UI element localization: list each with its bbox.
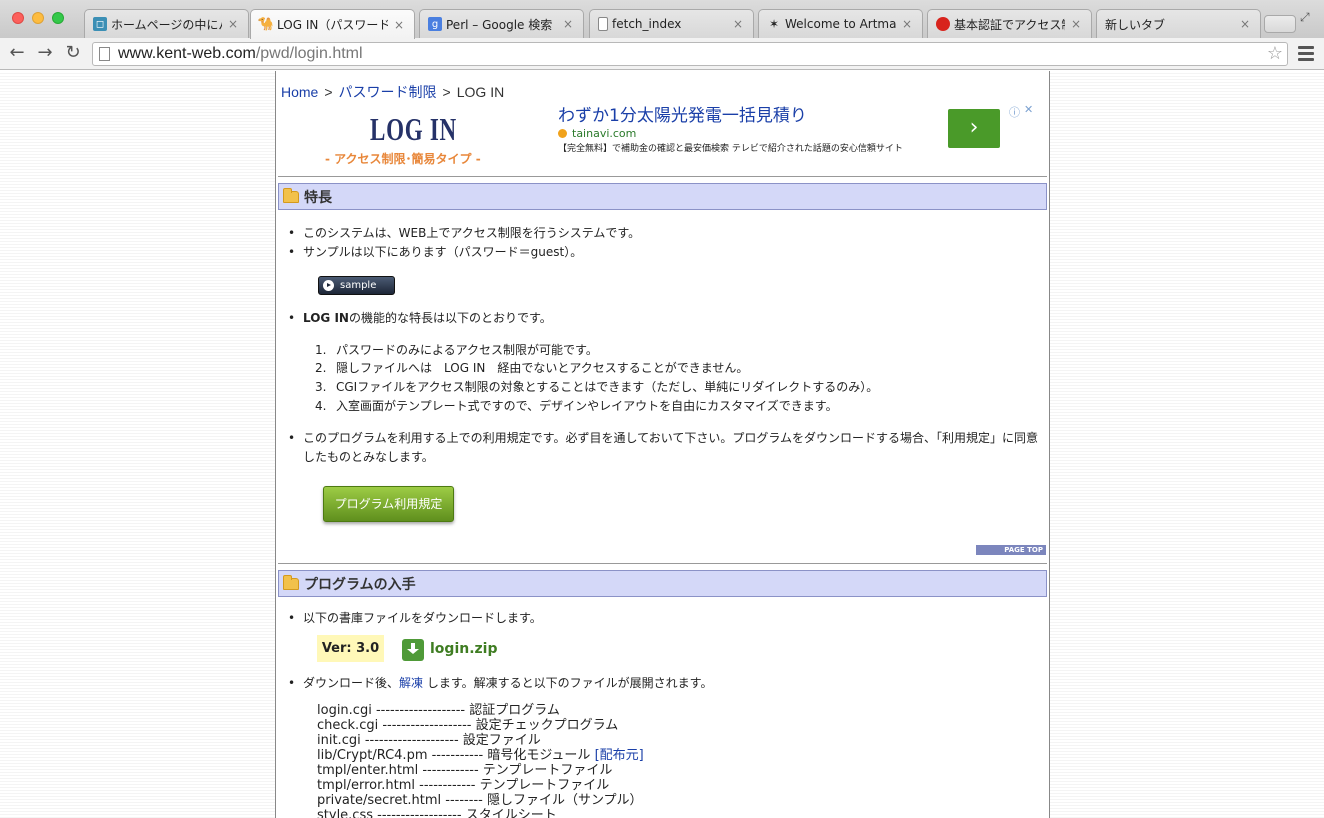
list-item: このプログラムを利用する上での利用規定です。必ず目を通しておいて下さい。プログラ… <box>288 429 1048 467</box>
site-logo: LOG IN <box>370 111 457 147</box>
list-item: サンプルは以下にあります（パスワード＝guest）。 <box>288 243 582 262</box>
page-icon <box>598 17 608 31</box>
file-item: tmpl/error.html ------------ テンプレートファイル <box>317 778 610 793</box>
minimize-window-button[interactable] <box>32 12 44 24</box>
breadcrumb-separator: > <box>442 84 451 100</box>
back-button[interactable]: ← <box>6 42 28 64</box>
file-item: style.css ------------------ スタイルシート <box>317 808 557 818</box>
sample-button-label: sample <box>340 280 377 291</box>
divider <box>278 563 1047 564</box>
breadcrumb: Home > パスワード制限 > LOG IN <box>281 82 504 102</box>
breadcrumb-home-link[interactable]: Home <box>281 84 318 100</box>
tab-google-search[interactable]: g Perl – Google 検索 × <box>419 9 584 38</box>
file-item: init.cgi -------------------- 設定ファイル <box>317 733 541 748</box>
unzip-link[interactable]: 解凍 <box>399 676 423 690</box>
tab-label: LOG IN（パスワード制 <box>277 18 388 32</box>
logo-subtitle: - アクセス制限･簡易タイプ - <box>325 152 481 166</box>
tab-label: fetch_index <box>612 17 682 31</box>
file-item: private/secret.html -------- 隠しファイル（サンプル… <box>317 793 643 808</box>
folder-icon <box>283 187 299 203</box>
ad-description: 【完全無料】で補助金の確認と最安価検索 テレビで紹介された話題の安心信頼サイト <box>558 144 903 154</box>
breadcrumb-section-link[interactable]: パスワード制限 <box>339 84 437 100</box>
list-item: このシステムは、WEB上でアクセス制限を行うシステムです。 <box>288 224 640 243</box>
download-link[interactable]: login.zip <box>430 641 498 657</box>
tab-label: 新しいタブ <box>1105 17 1166 32</box>
forward-button[interactable]: → <box>34 42 56 64</box>
breadcrumb-separator: > <box>324 84 333 100</box>
close-window-button[interactable] <box>12 12 24 24</box>
ad-arrow-button[interactable]: › <box>948 109 1000 148</box>
tab-artman[interactable]: ✶ Welcome to Artman2 × <box>758 9 923 38</box>
list-item: 以下の書庫ファイルをダウンロードします。 <box>288 609 542 628</box>
sample-button[interactable]: sample <box>318 276 395 295</box>
tab-basic-auth[interactable]: 基本認証でアクセス制 × <box>927 9 1092 38</box>
new-tab-button[interactable] <box>1264 15 1296 33</box>
browser-toolbar: ← → ↻ www.kent-web.com/pwd/login.html ☆ <box>0 38 1324 70</box>
breadcrumb-current: LOG IN <box>456 84 505 100</box>
numbered-item: 1. パスワードのみによるアクセス制限が可能です。 <box>315 343 598 357</box>
tab-fetch-index[interactable]: fetch_index × <box>589 9 754 38</box>
ad-domain[interactable]: tainavi.com <box>558 127 636 140</box>
section-title: プログラムの入手 <box>304 576 416 593</box>
tab-homepage[interactable]: ◻ ホームページの中にパス × <box>84 9 249 38</box>
site-icon: ◻ <box>93 17 107 31</box>
artman-icon: ✶ <box>768 17 780 31</box>
section-header-download: プログラムの入手 <box>278 570 1047 597</box>
tab-login[interactable]: 🐪 LOG IN（パスワード制 × <box>250 9 415 39</box>
camel-icon: 🐪 <box>257 17 275 32</box>
folder-icon <box>283 574 299 590</box>
divider <box>278 176 1047 177</box>
close-tab-icon[interactable]: × <box>392 18 406 32</box>
ad-title-link[interactable]: わずか1分太陽光発電一括見積り <box>558 101 807 126</box>
close-tab-icon[interactable]: × <box>731 17 745 31</box>
bookmark-star-icon[interactable]: ☆ <box>1267 43 1283 65</box>
file-item: tmpl/enter.html ------------ テンプレートファイル <box>317 763 613 778</box>
tab-bar: ◻ ホームページの中にパス × 🐪 LOG IN（パスワード制 × g Perl… <box>0 0 1324 39</box>
page-icon <box>99 47 110 61</box>
close-tab-icon[interactable]: × <box>1238 17 1252 31</box>
numbered-item: 4. 入室画面がテンプレート式ですので、デザインやレイアウトを自由にカスタマイズで… <box>315 399 838 413</box>
tab-label: Perl – Google 検索 <box>446 17 553 32</box>
numbered-item: 2. 隠しファイルへは LOG IN 経由でないとアクセスすることができません。 <box>315 361 749 375</box>
close-tab-icon[interactable]: × <box>1069 17 1083 31</box>
close-tab-icon[interactable]: × <box>561 17 575 31</box>
play-icon <box>323 280 334 291</box>
ad-domain-icon <box>558 129 567 138</box>
section-title: 特長 <box>304 189 332 206</box>
terms-button[interactable]: プログラム利用規定 <box>323 486 454 522</box>
file-list: login.cgi ------------------- 認証プログラム che… <box>317 703 644 818</box>
url-text: www.kent-web.com/pwd/login.html <box>118 45 363 62</box>
file-item: lib/Crypt/RC4.pm ----------- 暗号化モジュール [配… <box>317 748 644 763</box>
download-icon[interactable] <box>402 639 424 661</box>
list-item: ダウンロード後、解凍 します。解凍すると以下のファイルが展開されます。 <box>288 674 712 693</box>
close-tab-icon[interactable]: × <box>900 17 914 31</box>
file-item: login.cgi ------------------- 認証プログラム <box>317 703 560 718</box>
list-item: LOG INの機能的な特長は以下のとおりです。 <box>288 309 552 328</box>
page-content: Home > パスワード制限 > LOG IN LOG IN - アクセス制限･簡易タイ… <box>275 71 1050 818</box>
red-ball-icon <box>936 17 950 31</box>
ad-banner[interactable]: わずか1分太陽光発電一括見積り tainavi.com 【完全無料】で補助金の確… <box>558 101 1033 161</box>
tab-new-tab[interactable]: 新しいタブ × <box>1096 9 1261 38</box>
tab-label: ホームページの中にパス <box>111 17 222 32</box>
menu-icon[interactable] <box>1298 46 1314 64</box>
close-tab-icon[interactable]: × <box>226 17 240 31</box>
page-top-link[interactable]: PAGE TOP <box>976 545 1046 555</box>
page-viewport: Home > パスワード制限 > LOG IN LOG IN - アクセス制限･簡易タイ… <box>0 71 1324 818</box>
address-bar[interactable]: www.kent-web.com/pwd/login.html ☆ <box>92 42 1288 66</box>
section-header-features: 特長 <box>278 183 1047 210</box>
numbered-item: 3. CGIファイルをアクセス制限の対象とすることはできます（ただし、単純にリダイ… <box>315 380 879 394</box>
fullscreen-icon[interactable]: ⤢ <box>1300 10 1310 25</box>
distribution-link[interactable]: [配布元] <box>595 748 644 763</box>
file-item: check.cgi ------------------- 設定チェックプログラ… <box>317 718 619 733</box>
zoom-window-button[interactable] <box>52 12 64 24</box>
google-icon: g <box>428 17 442 31</box>
ad-close-icon[interactable]: ✕ <box>1024 103 1033 116</box>
reload-button[interactable]: ↻ <box>62 42 84 64</box>
ad-info-icon[interactable]: ⓘ <box>1009 104 1020 120</box>
tab-label: 基本認証でアクセス制 <box>954 17 1065 32</box>
tab-label: Welcome to Artman2 <box>785 17 896 31</box>
version-badge: Ver: 3.0 <box>317 635 384 662</box>
